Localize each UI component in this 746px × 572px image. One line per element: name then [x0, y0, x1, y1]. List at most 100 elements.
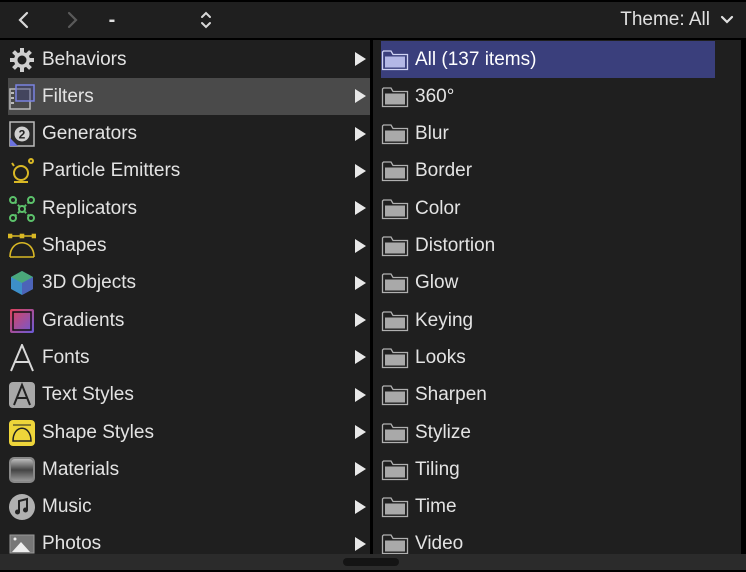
folder-icon [381, 49, 409, 70]
toolbar: - Theme: All [0, 2, 746, 38]
theme-label: Theme: All [620, 9, 710, 30]
category-item-shapes[interactable]: Shapes [8, 228, 370, 265]
subfolder-label: Glow [415, 272, 459, 294]
shape-style-icon [8, 419, 36, 447]
category-item-photos[interactable]: Photos [8, 526, 370, 554]
folder-icon [381, 422, 409, 443]
subfolder-label: Looks [415, 346, 466, 368]
chevron-left-icon [18, 11, 29, 29]
folder-icon [381, 348, 409, 369]
subfolder-label: Video [415, 533, 464, 554]
subfolder-label: All (137 items) [415, 48, 537, 70]
subfolder-item[interactable]: Time [381, 489, 715, 526]
path-stepper[interactable] [194, 8, 218, 32]
subfolder-item[interactable]: Distortion [381, 228, 715, 265]
chevron-down-icon [720, 15, 734, 24]
category-label: Generators [42, 123, 138, 145]
category-label: Text Styles [42, 384, 134, 406]
category-label: Photos [42, 533, 102, 554]
subfolder-item[interactable]: Video [381, 526, 715, 554]
disclosure-arrow-icon [355, 499, 366, 514]
category-item-text-styles[interactable]: Text Styles [8, 377, 370, 414]
resize-handle[interactable] [343, 558, 399, 566]
subfolder-label: 360° [415, 85, 455, 107]
category-item-filters[interactable]: Filters [8, 78, 370, 116]
subfolder-item[interactable]: Glow [381, 265, 715, 302]
disclosure-arrow-icon [355, 425, 366, 439]
subfolder-item[interactable]: Blur [381, 116, 715, 153]
category-list: Behaviors Filters 2 Generators Particle … [0, 40, 370, 554]
text-style-icon [8, 381, 36, 409]
category-item-gradients[interactable]: Gradients [8, 302, 370, 339]
subfolder-label: Distortion [415, 235, 496, 256]
subfolder-item[interactable]: Looks [381, 339, 715, 376]
category-label: Behaviors [42, 48, 127, 70]
category-item-behaviors[interactable]: Behaviors [8, 41, 370, 78]
subfolder-label: Time [415, 496, 457, 518]
disclosure-arrow-icon [355, 275, 366, 290]
folder-icon [381, 534, 409, 554]
subfolder-item[interactable]: Tiling [381, 451, 715, 488]
photo-icon [8, 530, 36, 554]
category-label: Materials [42, 458, 120, 480]
category-item-3d-objects[interactable]: 3D Objects [8, 265, 370, 302]
disclosure-arrow-icon [355, 462, 366, 477]
subfolder-label: Sharpen [415, 384, 487, 406]
disclosure-arrow-icon [355, 387, 366, 402]
disclosure-arrow-icon [355, 536, 366, 551]
subfolder-item[interactable]: Color [381, 190, 715, 227]
category-item-materials[interactable]: Materials [8, 451, 370, 488]
category-label: Filters [42, 85, 94, 107]
particle-emitter-icon [8, 157, 36, 185]
gradient-icon [8, 307, 36, 335]
minus-button[interactable]: - [100, 8, 124, 32]
folder-icon [381, 273, 409, 294]
folder-icon [381, 385, 409, 406]
subfolder-item[interactable]: Keying [381, 302, 715, 339]
disclosure-arrow-icon [355, 350, 366, 365]
subfolder-label: Keying [415, 309, 474, 331]
bezier-shape-icon [8, 232, 36, 260]
folder-icon [381, 236, 409, 257]
theme-dropdown[interactable]: Theme: All [620, 2, 734, 38]
category-item-generators[interactable]: 2 Generators [8, 116, 370, 153]
category-item-particle-emitters[interactable]: Particle Emitters [8, 153, 370, 190]
bottom-bar [0, 554, 746, 570]
folder-icon [381, 124, 409, 145]
music-note-icon [8, 493, 36, 521]
subfolder-item[interactable]: Sharpen [381, 377, 715, 414]
generator-icon: 2 [8, 120, 36, 148]
disclosure-arrow-icon [355, 201, 366, 216]
folder-icon [381, 310, 409, 331]
up-down-chevron-icon [201, 11, 211, 29]
disclosure-arrow-icon [355, 163, 366, 178]
subfolder-item[interactable]: 360° [381, 78, 715, 115]
replicator-icon [8, 195, 36, 223]
subfolder-label: Tiling [415, 458, 460, 480]
category-label: Replicators [42, 197, 138, 219]
subfolder-label: Blur [415, 123, 449, 145]
library-browser: - Theme: All Behaviors Filters 2 Generat… [0, 0, 746, 572]
folder-icon [381, 161, 409, 182]
category-label: Shape Styles [42, 421, 154, 443]
film-filter-icon [8, 83, 36, 111]
category-label: Fonts [42, 346, 90, 368]
category-label: Gradients [42, 309, 125, 331]
category-item-fonts[interactable]: Fonts [8, 339, 370, 376]
cube-icon [8, 269, 36, 297]
disclosure-arrow-icon [355, 52, 366, 66]
svg-text:2: 2 [19, 128, 26, 142]
category-label: 3D Objects [42, 272, 136, 294]
gear-icon [8, 46, 36, 74]
folder-icon [381, 460, 409, 480]
category-item-shape-styles[interactable]: Shape Styles [8, 414, 370, 451]
disclosure-arrow-icon [355, 313, 366, 328]
subfolder-item[interactable]: Stylize [381, 414, 715, 451]
category-item-replicators[interactable]: Replicators [8, 190, 370, 227]
back-button[interactable] [12, 8, 36, 32]
forward-button[interactable] [60, 8, 84, 32]
subfolder-item[interactable]: Border [381, 153, 715, 190]
category-item-music[interactable]: Music [8, 489, 370, 526]
disclosure-arrow-icon [355, 89, 366, 104]
subfolder-item[interactable]: All (137 items) [381, 41, 715, 78]
